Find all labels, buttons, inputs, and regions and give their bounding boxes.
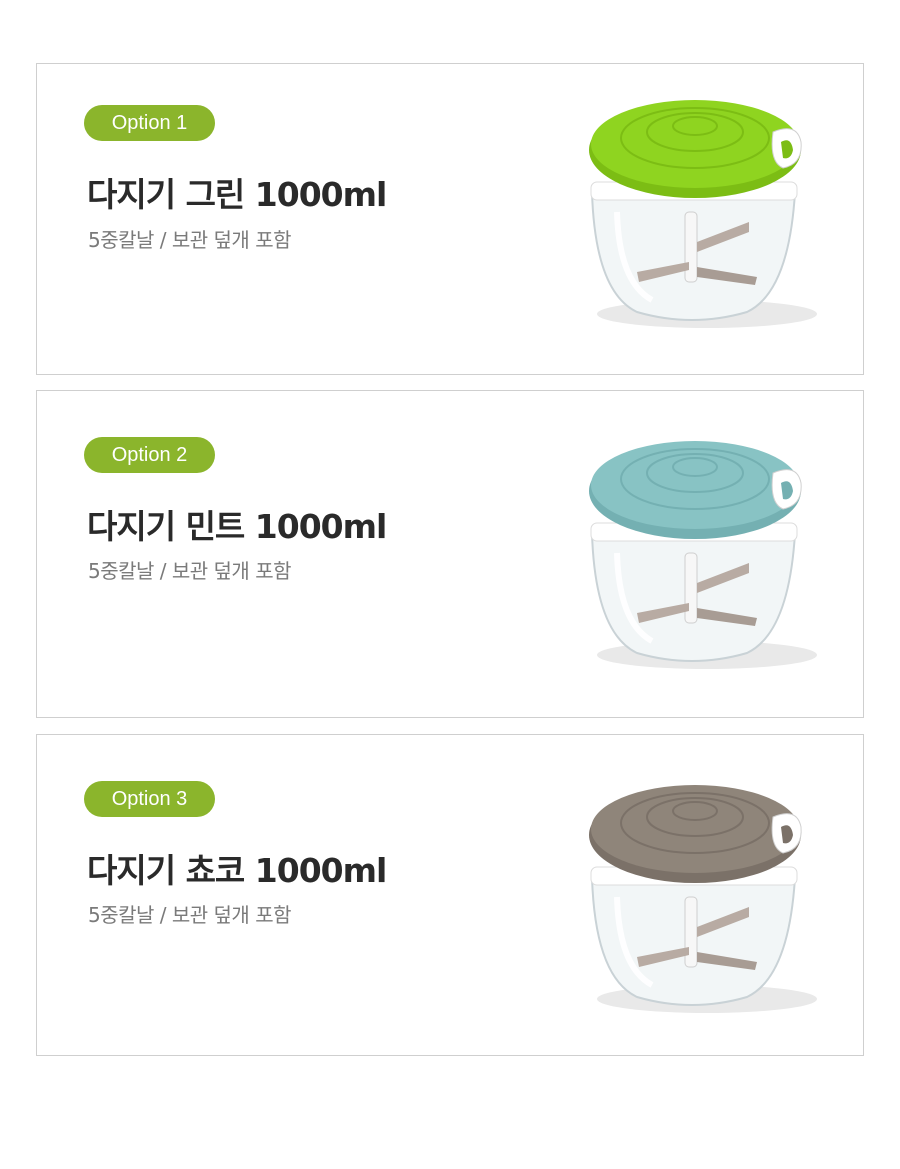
product-title: 다지기 그린 1000ml (87, 175, 387, 214)
product-subtitle: 5중칼날 / 보관 덮개 포함 (88, 228, 292, 252)
option-card-2[interactable]: Option 2 다지기 민트 1000ml 5중칼날 / 보관 덮개 포함 (36, 390, 864, 718)
option-badge: Option 2 (84, 437, 215, 473)
option-card-1[interactable]: Option 1 다지기 그린 1000ml 5중칼날 / 보관 덮개 포함 (36, 63, 864, 375)
product-subtitle: 5중칼날 / 보관 덮개 포함 (88, 903, 292, 927)
choco-chopper-icon (577, 777, 817, 1017)
option-card-3[interactable]: Option 3 다지기 쵸코 1000ml 5중칼날 / 보관 덮개 포함 (36, 734, 864, 1056)
product-title: 다지기 쵸코 1000ml (87, 851, 387, 890)
product-subtitle: 5중칼날 / 보관 덮개 포함 (88, 559, 292, 583)
option-badge: Option 3 (84, 781, 215, 817)
green-chopper-icon (577, 92, 817, 332)
product-title: 다지기 민트 1000ml (87, 507, 387, 546)
option-badge: Option 1 (84, 105, 215, 141)
mint-chopper-icon (577, 433, 817, 673)
